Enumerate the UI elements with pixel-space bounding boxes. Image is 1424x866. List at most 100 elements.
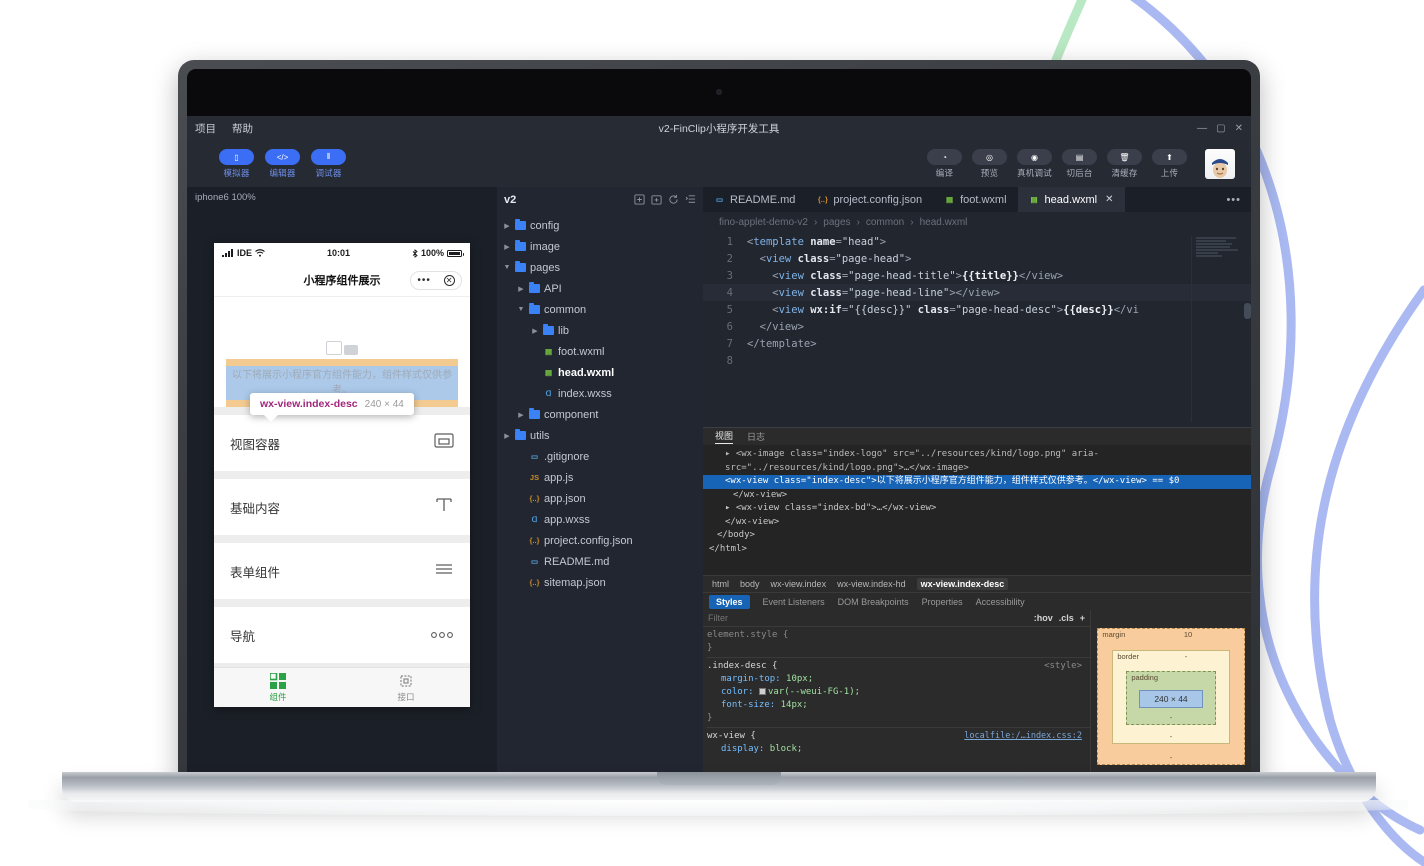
breadcrumb-item[interactable]: common: [866, 217, 904, 228]
menu-project[interactable]: 项目: [195, 121, 216, 136]
css-declaration[interactable]: font-size: 14px;: [707, 699, 1090, 712]
dom-line-bd[interactable]: ▸ <wx-view class="index-bd">…</wx-view>: [703, 502, 1251, 516]
chevron-icon[interactable]: ▶: [531, 327, 539, 335]
devtools-tab-log[interactable]: 日志: [747, 430, 765, 443]
toolbar-simulator-button[interactable]: ▯ 模拟器: [219, 149, 254, 179]
tree-node[interactable]: ▤head.wxml: [497, 362, 703, 383]
chevron-icon[interactable]: ▶: [517, 411, 525, 419]
styles-tab[interactable]: Event Listeners: [763, 597, 825, 607]
dom-crumb[interactable]: html: [712, 579, 729, 589]
tree-node[interactable]: ▼pages: [497, 257, 703, 278]
editor-tab[interactable]: ▤foot.wxml: [933, 187, 1017, 212]
wechat-capsule[interactable]: ••• ✕: [410, 271, 462, 290]
close-icon[interactable]: ✕: [1235, 124, 1243, 134]
cls-button[interactable]: .cls: [1059, 613, 1074, 623]
dom-line-selected[interactable]: <wx-view class="index-desc">以下将展示小程序官方组件…: [703, 475, 1251, 489]
dom-line-body[interactable]: </body>: [703, 529, 1251, 543]
breadcrumb-item[interactable]: fino-applet-demo-v2: [719, 217, 808, 228]
toolbar-background-button[interactable]: ▤ 切后台: [1062, 149, 1097, 179]
editor-tabstrip[interactable]: ▭README.md{..}project.config.json▤foot.w…: [703, 187, 1251, 212]
dom-line-close-view-2[interactable]: </wx-view>: [703, 516, 1251, 530]
tree-node[interactable]: ▶image: [497, 236, 703, 257]
new-rule-button[interactable]: +: [1080, 613, 1085, 623]
toolbar-upload-button[interactable]: ⬆ 上传: [1152, 149, 1187, 179]
tree-node[interactable]: ▶component: [497, 404, 703, 425]
color-swatch[interactable]: [759, 688, 766, 695]
devtools-tabs[interactable]: 视图 日志: [703, 428, 1251, 445]
capsule-menu-icon[interactable]: •••: [417, 276, 431, 286]
dom-crumb[interactable]: body: [740, 579, 760, 589]
dom-tree[interactable]: ▸ <wx-image class="index-logo" src="../r…: [703, 445, 1251, 575]
tree-node[interactable]: {..}app.json: [497, 488, 703, 509]
chevron-icon[interactable]: ▶: [503, 432, 511, 440]
editor-tab[interactable]: ▤head.wxml✕: [1018, 187, 1125, 212]
breadcrumb-item[interactable]: pages: [823, 217, 850, 228]
styles-tab[interactable]: Accessibility: [976, 597, 1025, 607]
dom-breadcrumb[interactable]: html body wx-view.index wx-view.index-hd wx-…: [703, 575, 1251, 592]
chevron-icon[interactable]: ▶: [503, 222, 511, 230]
toolbar-real-device-debug-button[interactable]: ◉ 真机调试: [1017, 149, 1052, 179]
file-tree[interactable]: ▶config▶image▼pages▶API▼common▶lib▤foot.…: [497, 212, 703, 782]
chevron-icon[interactable]: ▶: [503, 243, 511, 251]
toolbar-compile-button[interactable]: ◔ 编译: [927, 149, 962, 179]
list-item[interactable]: 表单组件: [214, 543, 470, 599]
collapse-all-icon[interactable]: [685, 194, 696, 205]
hov-button[interactable]: :hov: [1034, 613, 1053, 623]
styles-tabstrip[interactable]: Styles Event Listeners DOM Breakpoints Prop…: [703, 592, 1251, 610]
toolbar-editor-button[interactable]: </> 编辑器: [265, 149, 300, 179]
editor-minimap[interactable]: [1191, 236, 1245, 422]
refresh-icon[interactable]: [668, 194, 679, 205]
code-editor[interactable]: 1<template name="head">2 <view class="pa…: [703, 233, 1251, 427]
tab-close-icon[interactable]: ✕: [1105, 194, 1113, 205]
list-item[interactable]: 导航: [214, 607, 470, 663]
css-source-link[interactable]: <style>: [1044, 660, 1082, 673]
editor-tab[interactable]: ▭README.md: [703, 187, 806, 212]
tree-node[interactable]: ▭.gitignore: [497, 446, 703, 467]
filter-input[interactable]: [708, 613, 1028, 623]
devtools-tab-view[interactable]: 视图: [715, 429, 733, 444]
css-declaration[interactable]: display: block;: [707, 743, 1090, 756]
editor-tab[interactable]: {..}project.config.json: [806, 187, 933, 212]
tree-node[interactable]: ▤foot.wxml: [497, 341, 703, 362]
styles-tab[interactable]: Properties: [922, 597, 963, 607]
toolbar-preview-button[interactable]: ◎ 预览: [972, 149, 1007, 179]
new-file-icon[interactable]: [634, 194, 645, 205]
chevron-icon[interactable]: ▶: [517, 285, 525, 293]
css-source-link[interactable]: localfile:/…index.css:2: [964, 730, 1082, 743]
tree-node[interactable]: ᗡindex.wxss: [497, 383, 703, 404]
css-rule-header[interactable]: wx-view {localfile:/…index.css:2: [707, 730, 1090, 743]
css-declaration[interactable]: margin-top: 10px;: [707, 673, 1090, 686]
menu-help[interactable]: 帮助: [232, 121, 253, 136]
tree-node[interactable]: ▶API: [497, 278, 703, 299]
new-folder-icon[interactable]: [651, 194, 662, 205]
tree-node[interactable]: JSapp.js: [497, 467, 703, 488]
tree-node[interactable]: {..}sitemap.json: [497, 572, 703, 593]
css-rules-list[interactable]: element.style {}.index-desc {<style>marg…: [703, 627, 1090, 782]
css-rule-header[interactable]: element.style {: [707, 629, 1090, 642]
minimize-icon[interactable]: —: [1197, 124, 1207, 134]
css-rule-header[interactable]: .index-desc {<style>: [707, 660, 1090, 673]
maximize-icon[interactable]: ▢: [1216, 124, 1225, 134]
tree-node[interactable]: ▶lib: [497, 320, 703, 341]
tab-api[interactable]: 接口: [342, 673, 470, 703]
dom-crumb[interactable]: wx-view.index-desc: [917, 578, 1009, 590]
tree-node[interactable]: {..}project.config.json: [497, 530, 703, 551]
editor-tabs-overflow-icon[interactable]: •••: [1216, 187, 1251, 212]
dom-line-html[interactable]: </html>: [703, 543, 1251, 557]
list-item[interactable]: 视图容器: [214, 415, 470, 471]
dom-crumb[interactable]: wx-view.index-hd: [837, 579, 906, 589]
chevron-icon[interactable]: ▼: [517, 306, 525, 313]
tree-node[interactable]: ▼common: [497, 299, 703, 320]
toolbar-debugger-button[interactable]: ⫴ 调试器: [311, 149, 346, 179]
capsule-close-icon[interactable]: ✕: [444, 275, 455, 286]
tree-node[interactable]: ▶utils: [497, 425, 703, 446]
tab-components[interactable]: 组件: [214, 673, 342, 703]
toolbar-clear-cache-button[interactable]: 🗑 清缓存: [1107, 149, 1142, 179]
tree-node[interactable]: ᗡapp.wxss: [497, 509, 703, 530]
user-avatar[interactable]: [1205, 149, 1235, 179]
chevron-icon[interactable]: ▼: [503, 264, 511, 271]
tree-node[interactable]: ▶config: [497, 215, 703, 236]
styles-tab[interactable]: Styles: [709, 595, 750, 609]
dom-crumb[interactable]: wx-view.index: [771, 579, 827, 589]
styles-tab[interactable]: DOM Breakpoints: [838, 597, 909, 607]
